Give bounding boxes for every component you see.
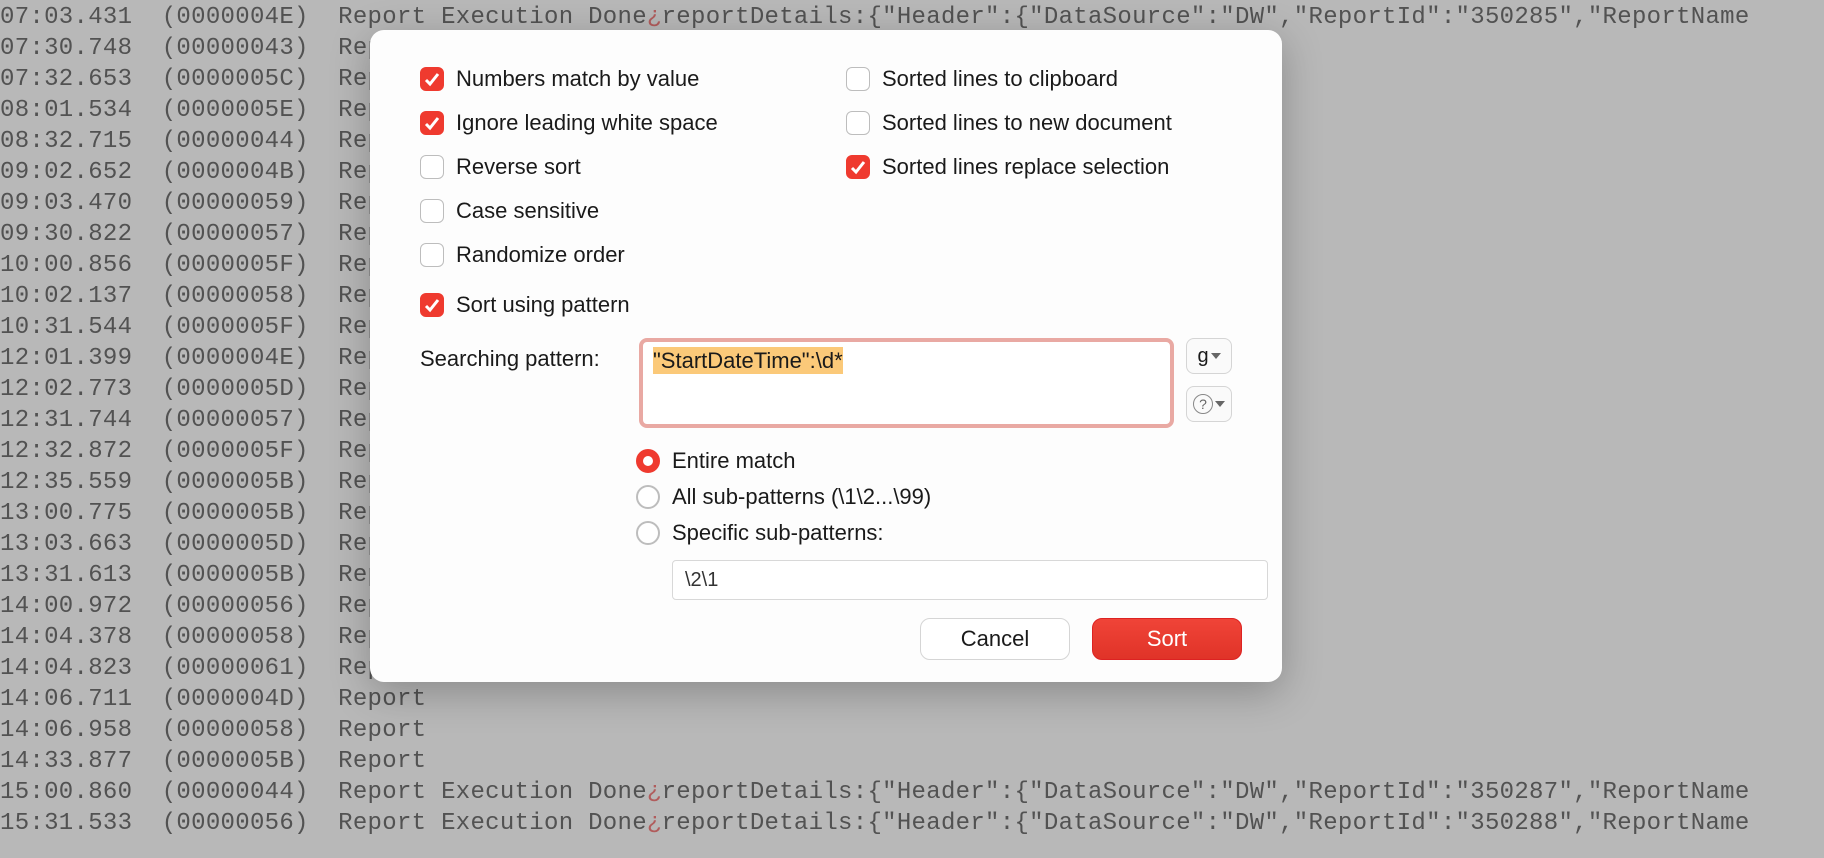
radio-icon	[636, 485, 660, 509]
radio-specific-subpatterns[interactable]: Specific sub-patterns:	[636, 520, 1232, 546]
checkbox-icon	[420, 67, 444, 91]
checkbox-icon	[420, 293, 444, 317]
sort-button[interactable]: Sort	[1092, 618, 1242, 660]
checkbox-icon	[420, 199, 444, 223]
checkbox-randomize-order[interactable]: Randomize order	[420, 242, 806, 268]
checkbox-label: Sorted lines replace selection	[882, 154, 1169, 180]
checkbox-icon	[420, 155, 444, 179]
radio-label: All sub-patterns (\1\2...\99)	[672, 484, 931, 510]
checkbox-label: Sort using pattern	[456, 292, 630, 318]
checkbox-label: Randomize order	[456, 242, 625, 268]
chevron-down-icon	[1215, 401, 1225, 407]
checkbox-label: Sorted lines to new document	[882, 110, 1172, 136]
radio-all-subpatterns[interactable]: All sub-patterns (\1\2...\99)	[636, 484, 1232, 510]
button-label: Sort	[1147, 626, 1187, 652]
searching-pattern-label: Searching pattern:	[420, 338, 625, 428]
checkbox-replace-selection[interactable]: Sorted lines replace selection	[846, 154, 1232, 180]
grep-mode-label: g	[1197, 345, 1208, 368]
checkbox-icon	[846, 67, 870, 91]
checkbox-to-new-doc[interactable]: Sorted lines to new document	[846, 110, 1232, 136]
pattern-input[interactable]: "StartDateTime":\d*	[639, 338, 1174, 428]
checkbox-label: Reverse sort	[456, 154, 581, 180]
cancel-button[interactable]: Cancel	[920, 618, 1070, 660]
grep-mode-button[interactable]: g	[1186, 338, 1232, 374]
checkbox-label: Case sensitive	[456, 198, 599, 224]
checkbox-label: Sorted lines to clipboard	[882, 66, 1118, 92]
radio-entire-match[interactable]: Entire match	[636, 448, 1232, 474]
checkbox-numbers-match[interactable]: Numbers match by value	[420, 66, 806, 92]
radio-icon	[636, 449, 660, 473]
specific-subpatterns-input[interactable]	[672, 560, 1268, 600]
checkbox-label: Numbers match by value	[456, 66, 699, 92]
checkbox-to-clipboard[interactable]: Sorted lines to clipboard	[846, 66, 1232, 92]
checkbox-ignore-whitespace[interactable]: Ignore leading white space	[420, 110, 806, 136]
checkbox-label: Ignore leading white space	[456, 110, 718, 136]
radio-label: Entire match	[672, 448, 796, 474]
checkbox-sort-using-pattern[interactable]: Sort using pattern	[420, 292, 1232, 318]
sort-dialog: Numbers match by value Ignore leading whi…	[370, 30, 1282, 682]
button-label: Cancel	[961, 626, 1029, 652]
checkbox-icon	[420, 111, 444, 135]
radio-label: Specific sub-patterns:	[672, 520, 884, 546]
checkbox-icon	[846, 155, 870, 179]
checkbox-case-sensitive[interactable]: Case sensitive	[420, 198, 806, 224]
checkbox-icon	[846, 111, 870, 135]
help-button[interactable]: ?	[1186, 386, 1232, 422]
question-icon: ?	[1193, 394, 1213, 414]
checkbox-icon	[420, 243, 444, 267]
chevron-down-icon	[1211, 353, 1221, 359]
checkbox-reverse-sort[interactable]: Reverse sort	[420, 154, 806, 180]
radio-icon	[636, 521, 660, 545]
